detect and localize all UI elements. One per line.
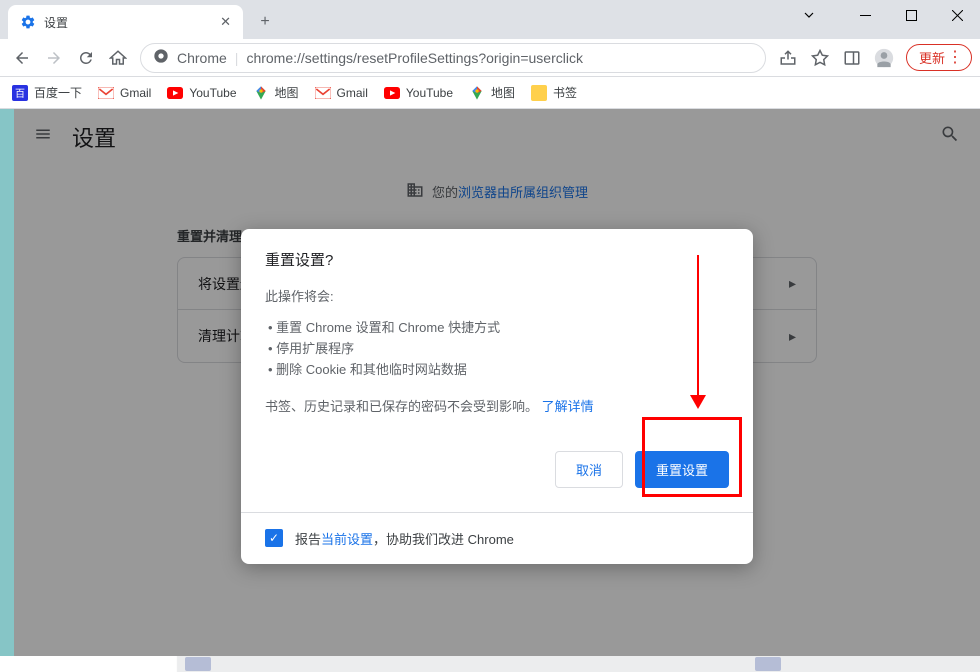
footer-suffix: ，协助我们改进 Chrome [373, 532, 514, 547]
learn-more-link[interactable]: 了解详情 [542, 399, 594, 414]
bookmark-icon: 百 [12, 85, 28, 101]
modal-overlay: 重置设置? 此操作将会: • 重置 Chrome 设置和 Chrome 快捷方式… [14, 109, 980, 656]
bookmark-item[interactable]: YouTube [167, 85, 236, 101]
caret-down-icon[interactable] [786, 0, 832, 30]
dialog-title: 重置设置? [265, 249, 729, 270]
bookmark-label: 地图 [491, 84, 515, 101]
bookmark-icon [253, 85, 269, 101]
update-button[interactable]: 更新 ⋮ [906, 44, 972, 71]
bookmark-label: YouTube [189, 86, 236, 100]
bookmark-label: 地图 [275, 84, 299, 101]
reset-settings-dialog: 重置设置? 此操作将会: • 重置 Chrome 设置和 Chrome 快捷方式… [241, 229, 753, 564]
update-label: 更新 [919, 48, 945, 67]
forward-button[interactable] [40, 44, 68, 72]
current-settings-link[interactable]: 当前设置 [321, 532, 373, 547]
bookmark-item[interactable]: Gmail [98, 85, 151, 101]
dialog-bullet-list: • 重置 Chrome 设置和 Chrome 快捷方式• 停用扩展程序• 删除 … [265, 318, 729, 380]
profile-avatar-icon[interactable] [870, 44, 898, 72]
bookmark-item[interactable]: 地图 [469, 84, 515, 101]
background-strip [0, 109, 14, 656]
close-icon[interactable]: ✕ [220, 14, 231, 30]
thumb-1 [185, 657, 211, 671]
reset-confirm-button[interactable]: 重置设置 [635, 451, 729, 488]
chrome-logo-icon [153, 48, 169, 67]
dialog-footer: ✓ 报告当前设置，协助我们改进 Chrome [241, 512, 753, 564]
maximize-button[interactable] [888, 0, 934, 30]
bookmark-item[interactable]: Gmail [315, 85, 368, 101]
thumb-2 [755, 657, 781, 671]
bookmark-icon [469, 85, 485, 101]
window-controls [786, 0, 980, 30]
url-bar[interactable]: Chrome | chrome://settings/resetProfileS… [140, 43, 766, 73]
kebab-icon: ⋮ [947, 50, 963, 66]
reload-button[interactable] [72, 44, 100, 72]
url-text: chrome://settings/resetProfileSettings?o… [246, 50, 583, 66]
bookmark-item[interactable]: YouTube [384, 85, 453, 101]
minimize-button[interactable] [842, 0, 888, 30]
bookmark-item[interactable]: 地图 [253, 84, 299, 101]
home-button[interactable] [104, 44, 132, 72]
bookmark-item[interactable]: 书签 [531, 84, 577, 101]
bullet-item: • 删除 Cookie 和其他临时网站数据 [265, 360, 729, 381]
bookmark-label: Gmail [337, 86, 368, 100]
bookmark-label: YouTube [406, 86, 453, 100]
bullet-item: • 停用扩展程序 [265, 339, 729, 360]
close-button[interactable] [934, 0, 980, 30]
url-separator: | [235, 50, 239, 66]
bookmark-icon [384, 85, 400, 101]
bookmark-icon [531, 85, 547, 101]
dialog-note: 书签、历史记录和已保存的密码不会受到影响。 了解详情 [265, 396, 729, 418]
side-panel-icon[interactable] [838, 44, 866, 72]
bookmark-icon [98, 85, 114, 101]
bookmark-item[interactable]: 百百度一下 [12, 84, 82, 101]
back-button[interactable] [8, 44, 36, 72]
dialog-note-prefix: 书签、历史记录和已保存的密码不会受到影响。 [265, 399, 538, 414]
dialog-intro: 此操作将会: [265, 286, 729, 308]
share-icon[interactable] [774, 44, 802, 72]
bottom-strip [0, 656, 980, 672]
report-checkbox[interactable]: ✓ [265, 529, 283, 547]
footer-prefix: 报告 [295, 532, 321, 547]
new-tab-button[interactable]: + [251, 8, 279, 36]
browser-tab[interactable]: 设置 ✕ [8, 5, 243, 39]
bookmark-icon [167, 85, 183, 101]
bullet-item: • 重置 Chrome 设置和 Chrome 快捷方式 [265, 318, 729, 339]
bookmark-label: 书签 [553, 84, 577, 101]
bookmark-label: Gmail [120, 86, 151, 100]
address-bar: Chrome | chrome://settings/resetProfileS… [0, 39, 980, 77]
cancel-button[interactable]: 取消 [555, 451, 623, 488]
gear-icon [20, 14, 36, 30]
url-source-label: Chrome [177, 50, 227, 66]
bookmark-star-icon[interactable] [806, 44, 834, 72]
tab-title: 设置 [44, 14, 68, 31]
bookmark-label: 百度一下 [34, 84, 82, 101]
bookmark-icon [315, 85, 331, 101]
bookmarks-bar: 百百度一下 Gmail YouTube 地图 Gmail YouTube 地图 书签 [0, 77, 980, 109]
footer-text: 报告当前设置，协助我们改进 Chrome [295, 529, 514, 548]
